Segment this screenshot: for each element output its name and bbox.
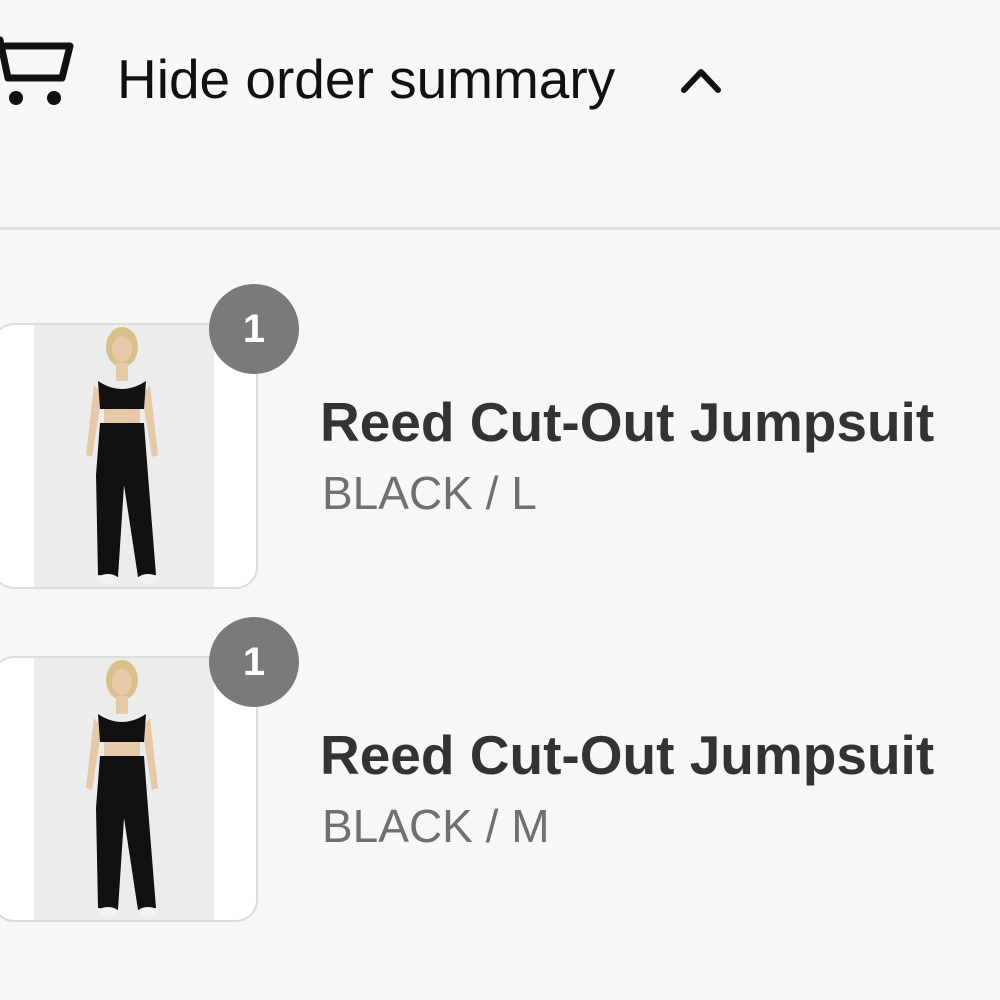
- product-title: Reed Cut-Out Jumpsuit: [320, 724, 935, 786]
- product-variant: BLACK / L: [322, 467, 537, 519]
- line-item: 1 Reed Cut-Out Jumpsuit BLACK / L: [0, 284, 1000, 623]
- cart-icon: [0, 36, 74, 105]
- product-variant: BLACK / M: [322, 800, 550, 852]
- order-summary-toggle-label: Hide order summary: [117, 48, 616, 110]
- order-summary-page: Hide order summary 1 Reed Cut-Out Jumpsu…: [0, 0, 1000, 1000]
- product-thumbnail: [0, 656, 258, 922]
- product-title: Reed Cut-Out Jumpsuit: [320, 391, 935, 453]
- product-image-figure: [86, 327, 158, 584]
- divider: [0, 227, 1000, 230]
- order-summary-toggle[interactable]: Hide order summary: [0, 0, 1000, 228]
- product-thumbnail: [0, 323, 258, 589]
- quantity-badge: 1: [209, 284, 299, 374]
- line-item: 1 Reed Cut-Out Jumpsuit BLACK / M: [0, 617, 1000, 956]
- quantity-badge: 1: [209, 617, 299, 707]
- product-image-figure: [86, 660, 158, 917]
- chevron-up-icon: [681, 69, 721, 93]
